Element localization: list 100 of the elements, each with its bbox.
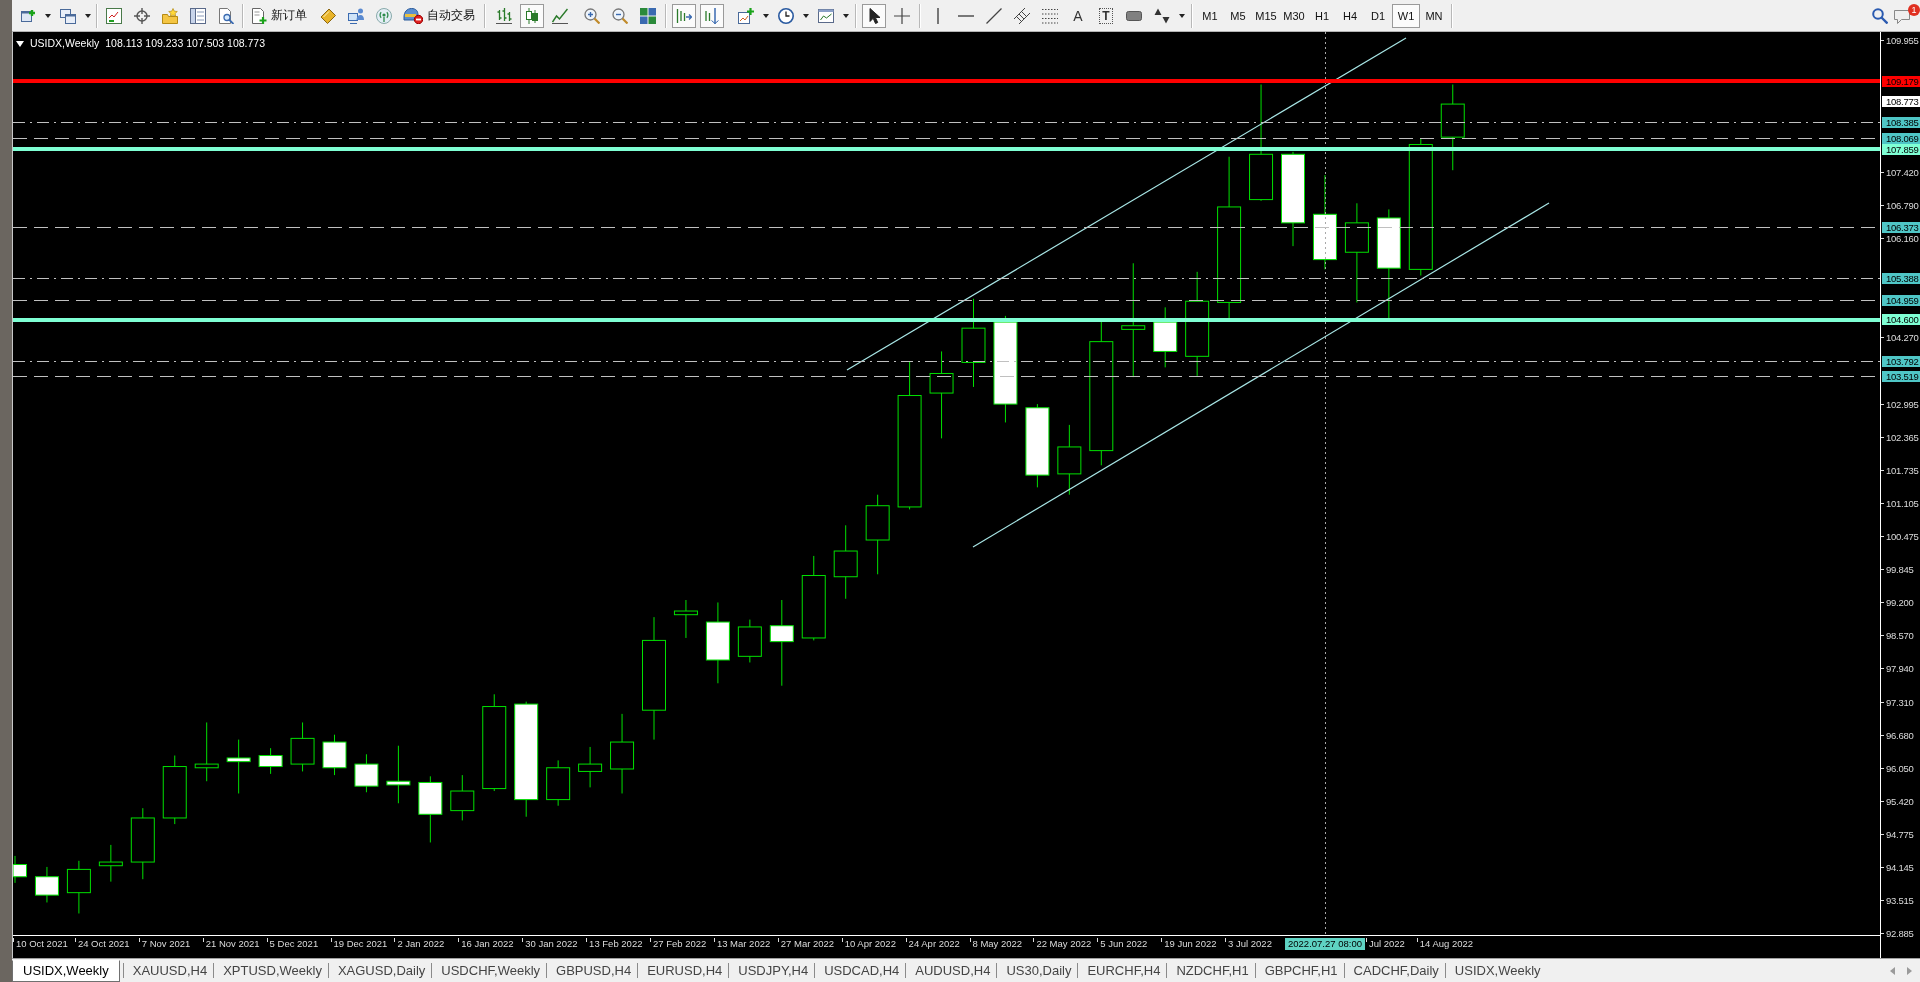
date-label: 14 Aug 2022 [1416,938,1474,950]
chart-tab[interactable]: XPTUSD,Weekly [214,959,328,982]
chart-tab[interactable]: EURUSD,H4 [638,959,729,982]
price-tick-label: 101.735 [1881,464,1919,476]
chart-tab[interactable]: NZDCHF,H1 [1167,959,1255,982]
price-tick-label: 96.680 [1881,729,1914,741]
timeframe-button[interactable]: H4 [1336,3,1364,28]
chart-tab[interactable]: USDCAD,H4 [815,959,906,982]
window-chart-icon[interactable] [818,7,834,24]
timeframe-button[interactable]: D1 [1364,3,1392,28]
price-label: 108.385 [1882,116,1920,128]
candlestick [673,599,698,639]
autoscroll-button[interactable] [672,3,696,28]
chart-tab[interactable]: CADCHF,Daily [1344,959,1445,982]
candlestick-icon [524,7,540,24]
candlestick [34,866,59,903]
date-label: 13 Mar 2022 [713,938,771,950]
chart-tab[interactable]: EURCHF,H4 [1078,959,1167,982]
zoom-out-icon[interactable] [612,7,628,24]
new-order-button[interactable]: 新订单 [246,2,312,29]
hatched-channel-icon[interactable] [1014,7,1030,24]
dotted-lines-icon[interactable] [1042,7,1058,24]
price-label: 108.069 [1882,132,1920,144]
chart-tab[interactable]: XAGUSD,Daily [328,959,432,982]
document-plus-icon [251,7,267,24]
caret-icon[interactable] [45,13,51,18]
notification-badge: 1 [1908,3,1920,16]
price-label: 107.859 [1882,143,1920,155]
crosshair-time-label: 2022.07.27 08:00 [1285,938,1365,950]
bars-arrow-icon [676,7,692,24]
candlestick [98,844,123,883]
date-label: 27 Feb 2022 [650,938,707,950]
clock-icon[interactable] [778,7,794,24]
zoom-in-icon[interactable] [584,7,600,24]
caret-icon[interactable] [85,13,91,18]
search-icon[interactable] [1872,7,1888,24]
caret-icon[interactable] [803,13,809,18]
date-label: 3 Jul 2022 [1225,938,1272,950]
timeframe-button[interactable]: MN [1420,3,1448,28]
candlestick [1057,424,1082,496]
caret-icon[interactable] [763,13,769,18]
price-tick-label: 98.570 [1881,630,1914,642]
window-plus-icon[interactable] [20,7,36,24]
chat-bubble-icon[interactable] [1894,7,1910,24]
date-label: 16 Jan 2022 [458,938,514,950]
crosshair-icon [894,7,910,24]
chart-tab[interactable]: USIDX,Weekly [1445,959,1547,982]
caret-icon[interactable] [1179,13,1185,18]
panel-icon[interactable] [190,7,206,24]
price-tick-label: 97.940 [1881,663,1914,675]
price-tick-label: 97.310 [1881,696,1914,708]
price-tick-label: 102.365 [1881,431,1919,443]
chart-tab[interactable]: USIDX,Weekly [12,959,120,982]
chart-window-icon[interactable] [106,7,122,24]
chart-tab[interactable]: XAUUSD,H4 [123,959,214,982]
chart-tab[interactable]: AUDUSD,H4 [906,959,997,982]
text-tool-button[interactable]: A [1070,7,1086,24]
price-tick-label: 99.845 [1881,564,1914,576]
windows-icon[interactable] [60,7,76,24]
price-tick-label: 92.885 [1881,928,1914,940]
folder-star-icon[interactable] [162,7,178,24]
timeframe-button[interactable]: W1 [1392,3,1420,28]
tile-grid-icon[interactable] [640,7,656,24]
date-label: 21 Nov 2021 [202,938,260,950]
diamond-icon[interactable] [320,7,336,24]
document-search-icon[interactable] [218,7,234,24]
date-label: Jul 2022 [1365,938,1405,950]
caret-icon[interactable] [843,13,849,18]
timeframe-button[interactable]: H1 [1308,3,1336,28]
price-tick-label: 106.790 [1881,200,1919,211]
signal-icon[interactable] [376,7,392,24]
ohlc-values: 108.113 109.233 107.503 108.773 [105,37,266,50]
chart-tab[interactable]: US30,Daily [997,959,1078,982]
timeframe-button[interactable]: M15 [1252,3,1280,28]
text-label-button[interactable]: T [1099,7,1113,24]
cursor-button[interactable] [862,3,886,28]
price-tick-label: 106.160 [1881,233,1919,245]
bars-divider-icon [704,7,720,24]
diagonal-line-icon[interactable] [986,7,1002,24]
target-icon[interactable] [134,7,150,24]
candlestick-chart-button[interactable] [520,3,544,28]
auto-trading-button[interactable]: 自动交易 [398,2,480,29]
candlestick [258,747,283,775]
candlestick [450,774,475,821]
timeframe-button[interactable]: M5 [1224,3,1252,28]
price-tick-label: 101.105 [1881,497,1919,509]
price-tick-label: 102.995 [1881,398,1919,410]
chart-shift-button[interactable] [700,3,724,28]
chart-tab[interactable]: USDJPY,H4 [729,959,815,982]
timeframe-button[interactable]: M1 [1196,3,1224,28]
chart-tab[interactable]: GBPUSD,H4 [547,959,638,982]
chart-tab[interactable]: GBPCHF,H1 [1255,959,1344,982]
chart-plus-icon[interactable] [738,7,754,24]
timeframe-button[interactable]: M30 [1280,3,1308,28]
chart-tab[interactable]: USDCHF,Weekly [432,959,547,982]
person-monitor-icon[interactable] [348,7,364,24]
price-label: 105.388 [1882,272,1920,284]
caret-down-icon[interactable] [16,40,24,47]
triangles-icon[interactable] [1154,7,1170,24]
price-label: 109.179 [1882,75,1920,87]
